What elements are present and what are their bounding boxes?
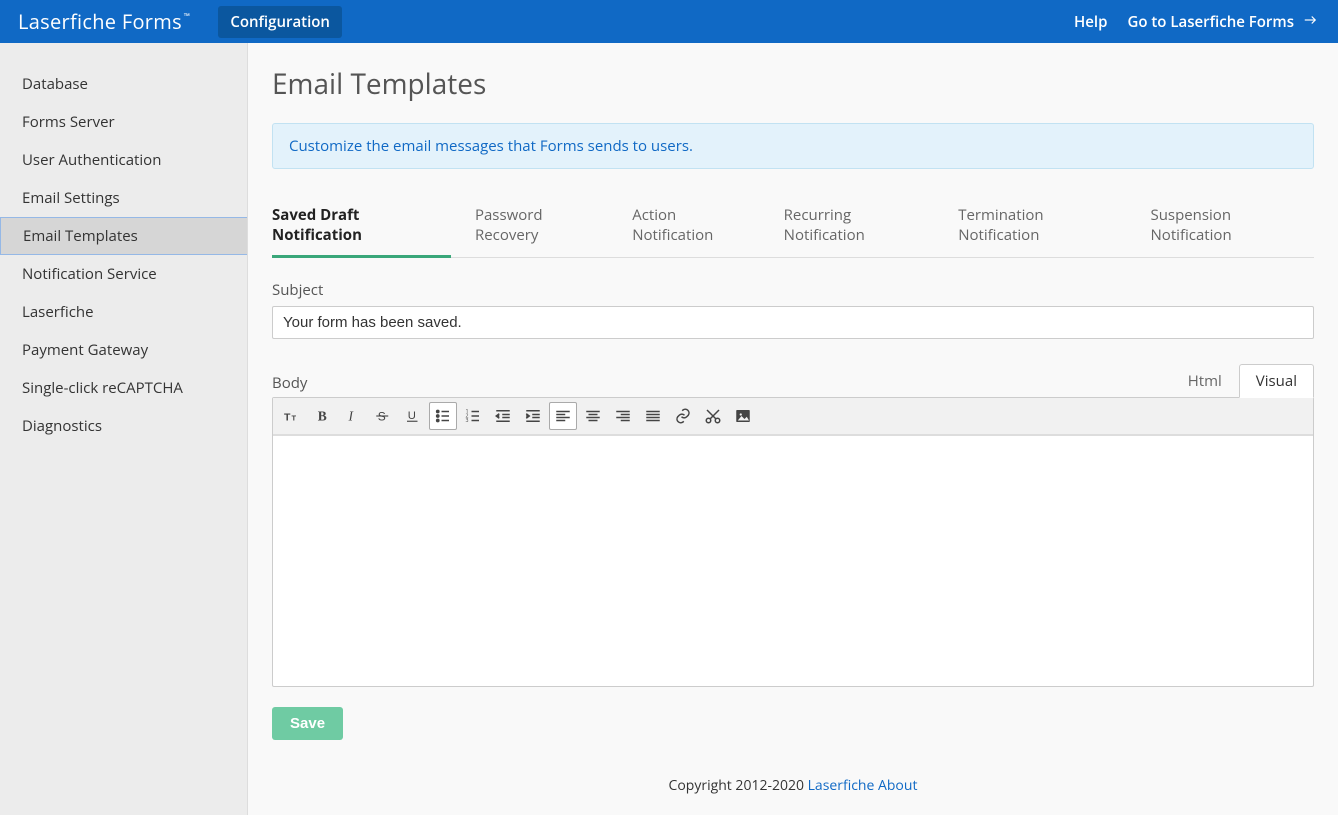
bold-icon[interactable]: B bbox=[309, 402, 337, 430]
tab-saved-draft-notification[interactable]: Saved Draft Notification bbox=[272, 197, 451, 258]
body-label: Body bbox=[272, 373, 307, 393]
goto-forms-link[interactable]: Go to Laserfiche Forms bbox=[1127, 12, 1320, 32]
footer-about-link[interactable]: About bbox=[878, 776, 917, 795]
sidebar-item-payment-gateway[interactable]: Payment Gateway bbox=[0, 331, 247, 369]
arrow-right-icon bbox=[1300, 12, 1320, 32]
sidebar-item-laserfiche[interactable]: Laserfiche bbox=[0, 293, 247, 331]
tab-visual[interactable]: Visual bbox=[1239, 364, 1314, 398]
outdent-icon[interactable] bbox=[489, 402, 517, 430]
save-button[interactable]: Save bbox=[272, 707, 343, 740]
tab-html[interactable]: Html bbox=[1171, 364, 1239, 398]
svg-text:T: T bbox=[284, 412, 291, 424]
bullet-list-icon[interactable] bbox=[429, 402, 457, 430]
link-icon[interactable] bbox=[669, 402, 697, 430]
indent-icon[interactable] bbox=[519, 402, 547, 430]
align-right-icon[interactable] bbox=[609, 402, 637, 430]
sidebar-nav: DatabaseForms ServerUser AuthenticationE… bbox=[0, 43, 248, 815]
svg-text:T: T bbox=[292, 414, 297, 423]
editor-mode-tabs: Html Visual bbox=[1171, 363, 1314, 397]
sidebar-item-database[interactable]: Database bbox=[0, 65, 247, 103]
subject-label: Subject bbox=[272, 280, 1314, 300]
numbered-list-icon[interactable]: 123 bbox=[459, 402, 487, 430]
sidebar-item-email-templates[interactable]: Email Templates bbox=[0, 217, 247, 255]
svg-text:U: U bbox=[408, 410, 416, 422]
template-tabs: Saved Draft Notification Password Recover… bbox=[272, 197, 1314, 258]
cut-icon[interactable] bbox=[699, 402, 727, 430]
subject-input[interactable] bbox=[272, 306, 1314, 339]
editor-body-area[interactable] bbox=[273, 436, 1313, 686]
app-header: Laserfiche Forms™ Configuration Help Go … bbox=[0, 0, 1338, 43]
sidebar-item-notification-service[interactable]: Notification Service bbox=[0, 255, 247, 293]
italic-icon[interactable]: I bbox=[339, 402, 367, 430]
tab-recurring-notification[interactable]: Recurring Notification bbox=[784, 197, 935, 258]
sidebar-item-forms-server[interactable]: Forms Server bbox=[0, 103, 247, 141]
sidebar-item-user-authentication[interactable]: User Authentication bbox=[0, 141, 247, 179]
svg-text:I: I bbox=[348, 409, 355, 424]
image-icon[interactable] bbox=[729, 402, 757, 430]
align-left-icon[interactable] bbox=[549, 402, 577, 430]
footer-laserfiche-link[interactable]: Laserfiche bbox=[808, 776, 875, 795]
help-link[interactable]: Help bbox=[1074, 12, 1107, 32]
underline-icon[interactable]: U bbox=[399, 402, 427, 430]
main-content: Email Templates Customize the email mess… bbox=[248, 43, 1338, 815]
editor-toolbar: TT B ISU 123 bbox=[273, 398, 1313, 435]
strikethrough-icon[interactable]: S bbox=[369, 402, 397, 430]
tab-password-recovery[interactable]: Password Recovery bbox=[475, 197, 608, 258]
text-size-icon[interactable]: TT bbox=[279, 402, 307, 430]
sidebar-item-single-click-recaptcha[interactable]: Single-click reCAPTCHA bbox=[0, 369, 247, 407]
align-center-icon[interactable] bbox=[579, 402, 607, 430]
tab-termination-notification[interactable]: Termination Notification bbox=[958, 197, 1126, 258]
svg-text:B: B bbox=[318, 409, 327, 424]
svg-text:3: 3 bbox=[466, 416, 469, 424]
tab-suspension-notification[interactable]: Suspension Notification bbox=[1151, 197, 1314, 258]
page-title: Email Templates bbox=[272, 65, 1314, 103]
info-banner: Customize the email messages that Forms … bbox=[272, 123, 1314, 169]
rich-text-editor: TT B ISU 123 bbox=[272, 397, 1314, 687]
sidebar-item-email-settings[interactable]: Email Settings bbox=[0, 179, 247, 217]
sidebar-item-diagnostics[interactable]: Diagnostics bbox=[0, 407, 247, 445]
footer: Copyright 2012-2020 Laserfiche About bbox=[272, 776, 1314, 795]
tab-action-notification[interactable]: Action Notification bbox=[632, 197, 759, 258]
brand-title: Laserfiche Forms™ bbox=[18, 8, 188, 35]
align-justify-icon[interactable] bbox=[639, 402, 667, 430]
configuration-button[interactable]: Configuration bbox=[218, 6, 342, 38]
